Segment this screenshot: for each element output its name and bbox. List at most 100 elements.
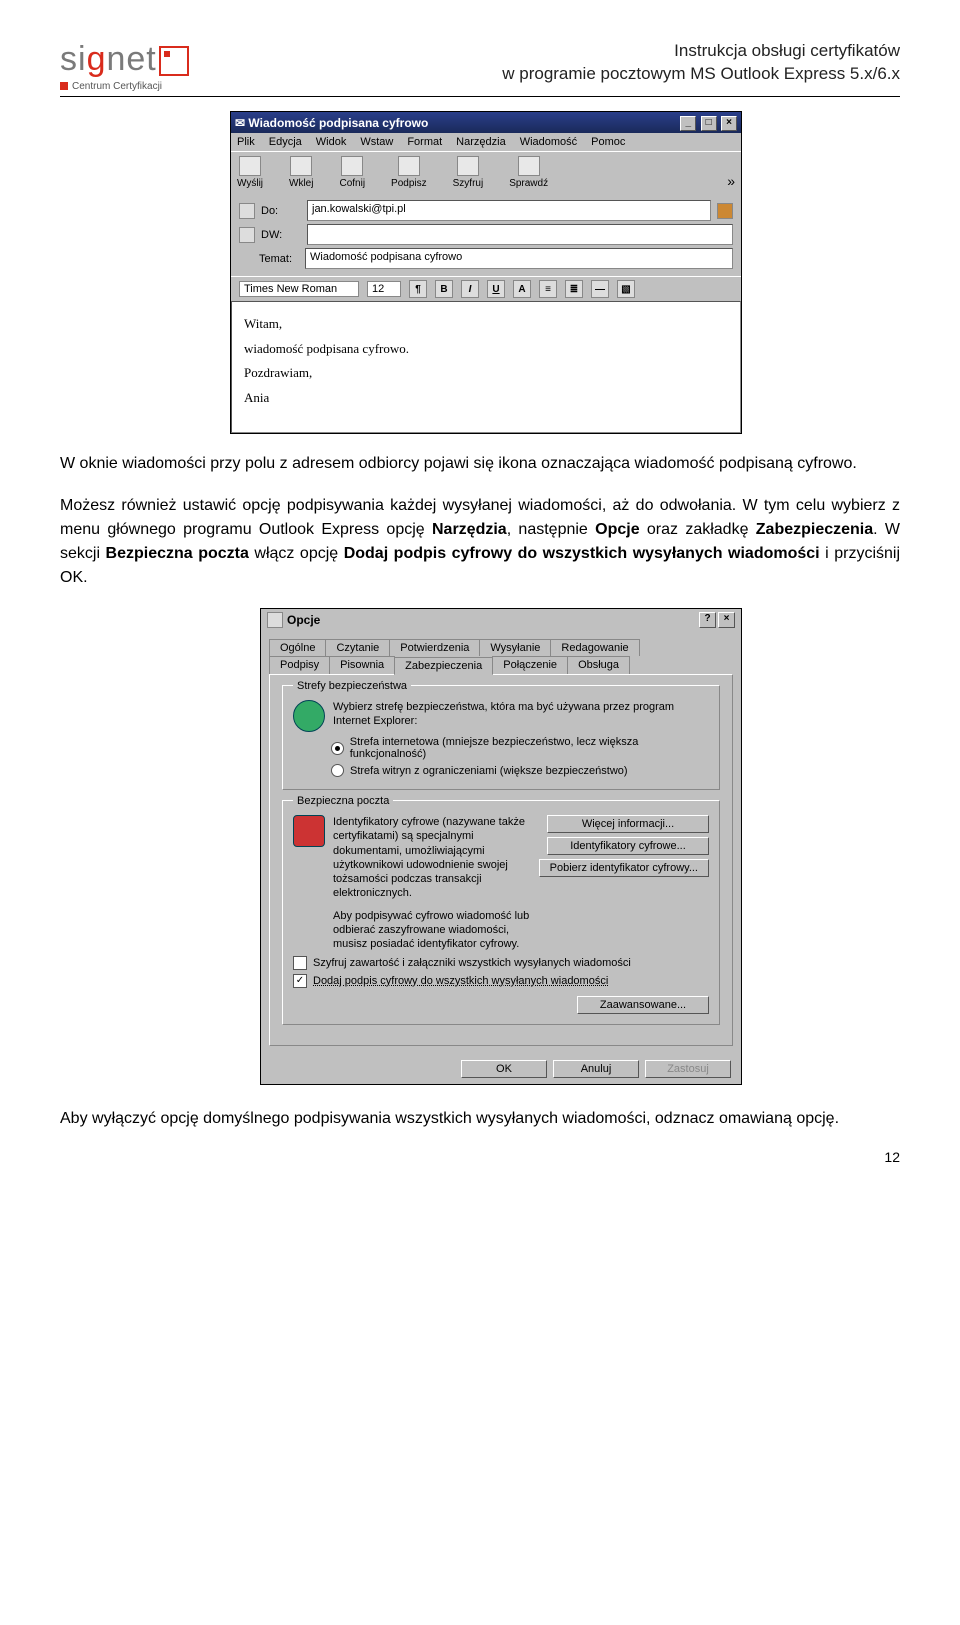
cc-label: DW: bbox=[261, 229, 301, 241]
dialog-title: Opcje bbox=[287, 613, 320, 627]
image-button[interactable]: ▧ bbox=[617, 280, 635, 298]
menu-wstaw[interactable]: Wstaw bbox=[360, 136, 393, 148]
menu-widok[interactable]: Widok bbox=[316, 136, 347, 148]
toolbar-undo-button[interactable]: Cofnij bbox=[339, 156, 365, 189]
doc-title-line1: Instrukcja obsługi certyfikatów bbox=[502, 40, 900, 63]
toolbar-paste-button[interactable]: Wklej bbox=[289, 156, 313, 189]
tab-podpisy[interactable]: Podpisy bbox=[269, 656, 330, 674]
underline-button[interactable]: U bbox=[487, 280, 505, 298]
check-icon bbox=[518, 156, 540, 176]
to-field[interactable]: jan.kowalski@tpi.pl bbox=[307, 200, 711, 221]
font-color-button[interactable]: A bbox=[513, 280, 531, 298]
toolbar-sign-button[interactable]: Podpisz bbox=[391, 156, 427, 189]
tab-wysylanie[interactable]: Wysyłanie bbox=[479, 639, 551, 656]
group-title: Strefy bezpieczeństwa bbox=[293, 680, 411, 692]
doc-title-line2: w programie pocztowym MS Outlook Express… bbox=[502, 63, 900, 86]
group-description: Wybierz strefę bezpieczeństwa, która ma … bbox=[333, 700, 709, 729]
help-button[interactable]: ? bbox=[699, 612, 716, 628]
menu-edycja[interactable]: Edycja bbox=[269, 136, 302, 148]
window-title: Wiadomość podpisana cyfrowo bbox=[248, 116, 428, 130]
menu-plik[interactable]: Plik bbox=[237, 136, 255, 148]
window-controls: _ □ × bbox=[679, 114, 737, 131]
digital-ids-button[interactable]: Identyfikatory cyfrowe... bbox=[547, 837, 709, 855]
toolbar-overflow-icon[interactable]: » bbox=[727, 173, 735, 189]
advanced-button[interactable]: Zaawansowane... bbox=[577, 996, 709, 1014]
apply-button[interactable]: Zastosuj bbox=[645, 1060, 731, 1078]
toolbar-encrypt-button[interactable]: Szyfruj bbox=[453, 156, 484, 189]
tab-redagowanie[interactable]: Redagowanie bbox=[550, 639, 639, 656]
tab-panel: Strefy bezpieczeństwa Wybierz strefę bez… bbox=[269, 674, 733, 1046]
window-titlebar: ✉ Wiadomość podpisana cyfrowo _ □ × bbox=[231, 112, 741, 133]
bold-button[interactable]: B bbox=[435, 280, 453, 298]
close-button[interactable]: × bbox=[718, 612, 735, 628]
tab-zabezpieczenia[interactable]: Zabezpieczenia bbox=[394, 657, 493, 675]
tab-polaczenie[interactable]: Połączenie bbox=[492, 656, 568, 674]
menu-format[interactable]: Format bbox=[407, 136, 442, 148]
addressbook-icon[interactable] bbox=[239, 203, 255, 219]
font-name-select[interactable]: Times New Roman bbox=[239, 281, 359, 297]
more-info-button[interactable]: Więcej informacji... bbox=[547, 815, 709, 833]
undo-icon bbox=[341, 156, 363, 176]
certificate-icon bbox=[293, 815, 325, 847]
logo-mark-icon bbox=[159, 46, 189, 76]
screenshot-compose-window: ✉ Wiadomość podpisana cyfrowo _ □ × Plik… bbox=[230, 111, 742, 434]
tab-potwierdzenia[interactable]: Potwierdzenia bbox=[389, 639, 480, 656]
radio-internet-zone[interactable]: Strefa internetowa (mniejsze bezpieczeńs… bbox=[331, 736, 709, 760]
radio-restricted-zone[interactable]: Strefa witryn z ograniczeniami (większe … bbox=[331, 764, 709, 777]
paragraph-icon[interactable]: ¶ bbox=[409, 280, 427, 298]
logo-part-net: net bbox=[106, 40, 156, 78]
encrypt-icon bbox=[457, 156, 479, 176]
signed-badge-icon bbox=[717, 203, 733, 219]
menu-wiadomosc[interactable]: Wiadomość bbox=[520, 136, 577, 148]
cc-field[interactable] bbox=[307, 224, 733, 245]
toolbar-send-button[interactable]: Wyślij bbox=[237, 156, 263, 189]
sign-icon bbox=[398, 156, 420, 176]
paragraph-3: Aby wyłączyć opcję domyślnego podpisywan… bbox=[60, 1107, 900, 1131]
logo-part-g: g bbox=[87, 40, 107, 78]
get-digital-id-button[interactable]: Pobierz identyfikator cyfrowy... bbox=[539, 859, 709, 877]
menu-narzedzia[interactable]: Narzędzia bbox=[456, 136, 506, 148]
italic-button[interactable]: I bbox=[461, 280, 479, 298]
logo-subtitle: Centrum Certyfikacji bbox=[60, 81, 189, 92]
checkbox-icon bbox=[293, 974, 307, 988]
message-body[interactable]: Witam, wiadomość podpisana cyfrowo. Pozd… bbox=[231, 301, 741, 433]
ok-button[interactable]: OK bbox=[461, 1060, 547, 1078]
checkbox-sign-all[interactable]: Dodaj podpis cyfrowy do wszystkich wysył… bbox=[293, 974, 709, 988]
square-icon bbox=[60, 82, 68, 90]
tab-pisownia[interactable]: Pisownia bbox=[329, 656, 395, 674]
dialog-icon bbox=[267, 612, 283, 628]
tabs-row-1: Ogólne Czytanie Potwierdzenia Wysyłanie … bbox=[261, 631, 741, 656]
document-title: Instrukcja obsługi certyfikatów w progra… bbox=[502, 40, 900, 86]
maximize-button[interactable]: □ bbox=[701, 116, 717, 131]
align-justify-button[interactable]: ≣ bbox=[565, 280, 583, 298]
subject-field[interactable]: Wiadomość podpisana cyfrowo bbox=[305, 248, 733, 269]
hr-button[interactable]: — bbox=[591, 280, 609, 298]
body-line: Ania bbox=[244, 386, 728, 411]
send-icon bbox=[239, 156, 261, 176]
font-size-select[interactable]: 12 bbox=[367, 281, 401, 297]
addressbook-icon[interactable] bbox=[239, 227, 255, 243]
toolbar-check-button[interactable]: Sprawdź bbox=[509, 156, 548, 189]
format-toolbar: Times New Roman 12 ¶ B I U A ≡ ≣ — ▧ bbox=[231, 276, 741, 301]
close-button[interactable]: × bbox=[721, 116, 737, 131]
tab-ogolne[interactable]: Ogólne bbox=[269, 639, 326, 656]
to-label: Do: bbox=[261, 205, 301, 217]
paragraph-1: W oknie wiadomości przy polu z adresem o… bbox=[60, 452, 900, 476]
paragraph-2: Możesz również ustawić opcję podpisywani… bbox=[60, 494, 900, 590]
screenshot-options-dialog: Opcje ?× Ogólne Czytanie Potwierdzenia W… bbox=[260, 608, 742, 1085]
secure-mail-text-1: Identyfikatory cyfrowe (nazywane także c… bbox=[333, 815, 531, 901]
body-line: Witam, bbox=[244, 312, 728, 337]
minimize-button[interactable]: _ bbox=[680, 116, 696, 131]
radio-icon bbox=[331, 742, 344, 755]
menubar: Plik Edycja Widok Wstaw Format Narzędzia… bbox=[231, 133, 741, 151]
logo-text: signet bbox=[60, 40, 189, 79]
align-left-button[interactable]: ≡ bbox=[539, 280, 557, 298]
cancel-button[interactable]: Anuluj bbox=[553, 1060, 639, 1078]
menu-pomoc[interactable]: Pomoc bbox=[591, 136, 625, 148]
tab-czytanie[interactable]: Czytanie bbox=[325, 639, 390, 656]
dialog-titlebar: Opcje ?× bbox=[261, 609, 741, 631]
globe-icon bbox=[293, 700, 325, 732]
tab-obsluga[interactable]: Obsługa bbox=[567, 656, 630, 674]
radio-icon bbox=[331, 764, 344, 777]
checkbox-encrypt-all[interactable]: Szyfruj zawartość i załączniki wszystkic… bbox=[293, 956, 709, 970]
